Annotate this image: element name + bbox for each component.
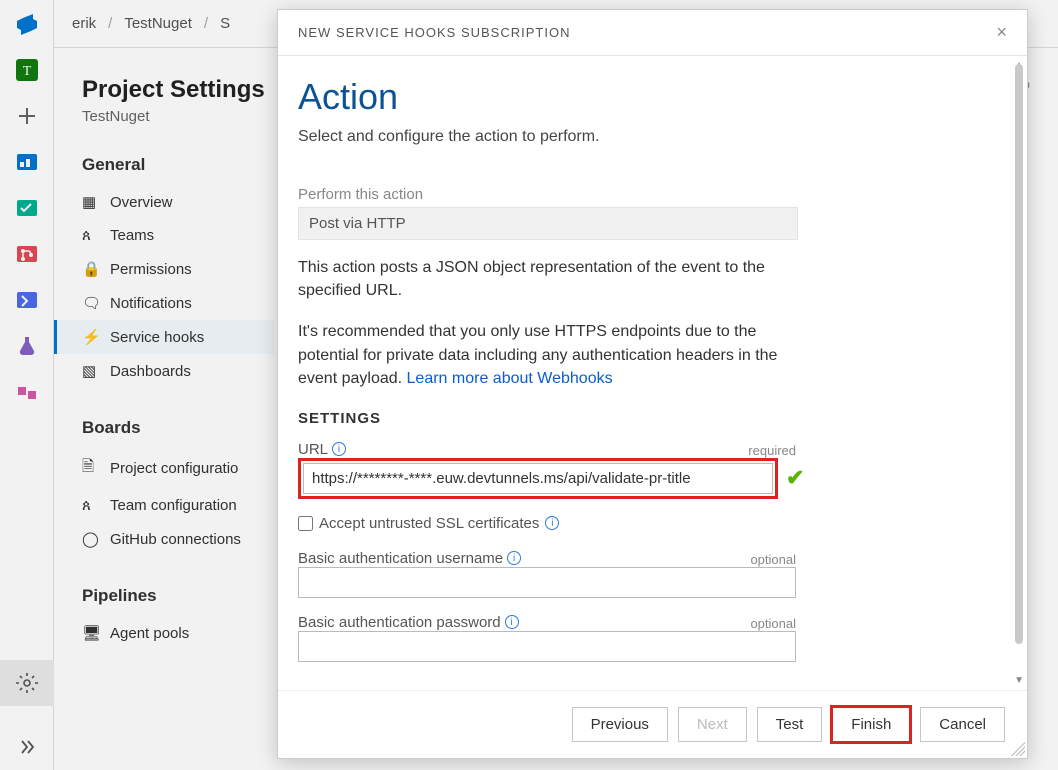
service-hook-modal: NEW SERVICE HOOKS SUBSCRIPTION × Action … (277, 9, 1028, 759)
optional-tag: optional (750, 616, 796, 631)
action-description-2: It's recommended that you only use HTTPS… (298, 320, 808, 390)
cancel-button[interactable]: Cancel (920, 707, 1005, 742)
optional-tag: optional (750, 552, 796, 567)
action-description-1: This action posts a JSON object represen… (298, 256, 808, 302)
modal-subheading: Select and configure the action to perfo… (298, 128, 1003, 146)
required-tag: required (748, 443, 796, 458)
settings-heading: SETTINGS (298, 410, 1003, 427)
url-input[interactable] (303, 463, 773, 494)
basic-pass-input[interactable] (298, 631, 796, 662)
basic-user-input[interactable] (298, 567, 796, 598)
url-label: URL (298, 441, 328, 458)
scrollbar[interactable]: ▲ ▼ (1011, 64, 1025, 682)
highlight-box (298, 458, 778, 499)
next-button: Next (678, 707, 747, 742)
basic-user-label: Basic authentication username (298, 550, 503, 567)
info-icon[interactable]: i (507, 551, 521, 565)
accept-ssl-checkbox[interactable] (298, 516, 313, 531)
modal-heading: Action (298, 76, 1003, 118)
resize-grip-icon[interactable] (1011, 742, 1025, 756)
basic-pass-label: Basic authentication password (298, 614, 501, 631)
perform-action-label: Perform this action (298, 186, 1003, 203)
valid-check-icon: ✔ (786, 465, 804, 491)
scroll-down-icon[interactable]: ▼ (1014, 675, 1024, 686)
info-icon[interactable]: i (332, 442, 346, 456)
scroll-thumb[interactable] (1015, 64, 1023, 644)
finish-button[interactable]: Finish (832, 707, 910, 742)
accept-ssl-label: Accept untrusted SSL certificates (319, 515, 539, 532)
info-icon[interactable]: i (545, 516, 559, 530)
previous-button[interactable]: Previous (572, 707, 668, 742)
learn-more-link[interactable]: Learn more about Webhooks (407, 370, 613, 387)
modal-title: NEW SERVICE HOOKS SUBSCRIPTION (298, 25, 570, 40)
close-icon[interactable]: × (996, 22, 1007, 43)
info-icon[interactable]: i (505, 615, 519, 629)
test-button[interactable]: Test (757, 707, 823, 742)
perform-action-select[interactable]: Post via HTTP (298, 207, 798, 240)
